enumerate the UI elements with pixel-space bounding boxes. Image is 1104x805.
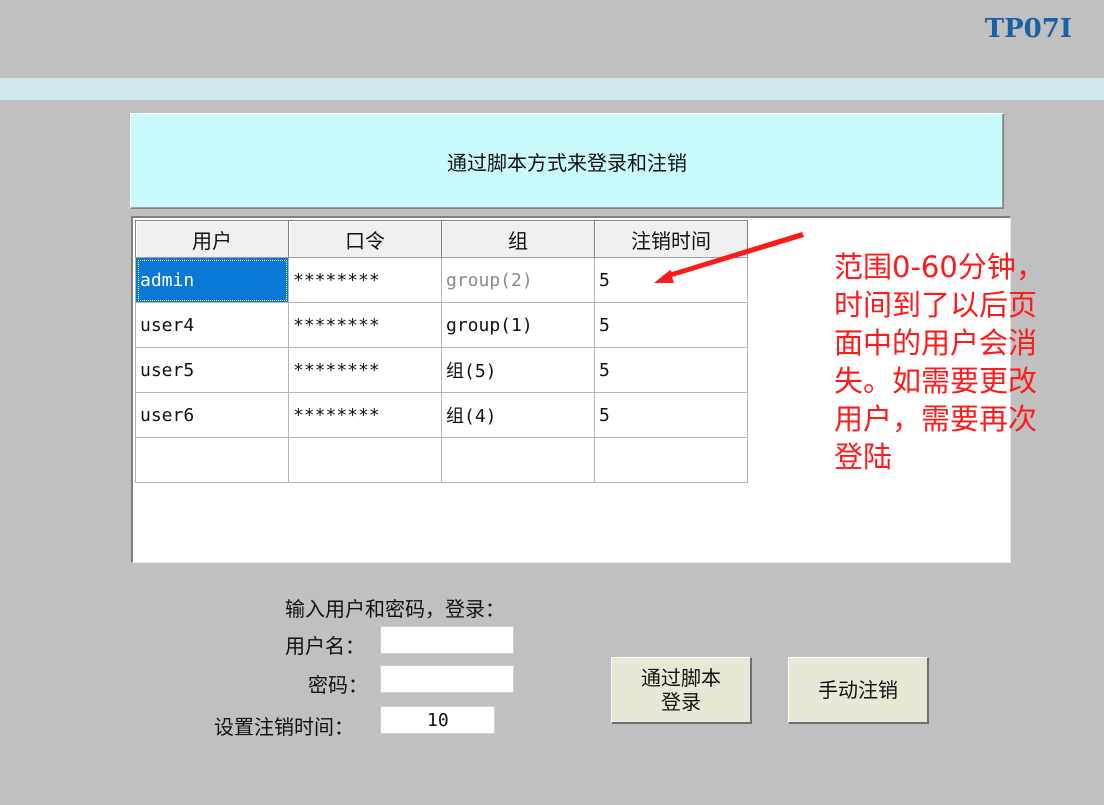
table-cell-logout-time[interactable] — [594, 437, 748, 483]
logout-time-input[interactable] — [380, 706, 495, 734]
column-header-password[interactable]: 口令 — [288, 220, 442, 258]
column-header-logout-time[interactable]: 注销时间 — [594, 220, 748, 258]
table-cell-password[interactable]: ******** — [288, 302, 442, 348]
table-cell-logout-time[interactable]: 5 — [594, 392, 748, 438]
annotation-line: 时间到了以后页 — [834, 288, 1038, 322]
username-label: 用户名： — [285, 634, 365, 658]
table-cell-group[interactable]: group(1) — [441, 302, 595, 348]
table-row[interactable]: user4 ******** group(1) 5 — [135, 302, 748, 348]
username-input[interactable] — [380, 626, 514, 654]
table-header-row: 用户 口令 组 注销时间 — [135, 220, 748, 258]
banner-title: 通过脚本方式来登录和注销 — [447, 150, 687, 175]
table-row[interactable]: user5 ******** 组(5) 5 — [135, 347, 748, 393]
table-cell-logout-time[interactable]: 5 — [594, 257, 748, 303]
table-cell-user[interactable]: user5 — [135, 347, 289, 393]
annotation-line: 失。如需要更改 — [834, 364, 1038, 398]
table-row-empty[interactable] — [135, 437, 748, 483]
table-row[interactable]: admin ******** group(2) 5 — [135, 257, 748, 303]
password-input[interactable] — [380, 665, 514, 693]
annotation-line: 范围0-60分钟， — [834, 250, 1045, 284]
table-cell-group[interactable]: 组(4) — [441, 392, 595, 438]
table-cell-user[interactable]: user4 — [135, 302, 289, 348]
table-cell-group[interactable]: 组(5) — [441, 347, 595, 393]
table-cell-user[interactable]: admin — [135, 257, 289, 303]
table-cell-logout-time[interactable]: 5 — [594, 347, 748, 393]
script-login-button[interactable]: 通过脚本 登录 — [611, 657, 752, 724]
user-table[interactable]: 用户 口令 组 注销时间 admin ******** group(2) 5 u… — [135, 220, 748, 483]
page-banner: 通过脚本方式来登录和注销 — [130, 113, 1004, 209]
manual-logout-button-label: 手动注销 — [818, 678, 898, 702]
table-cell-user[interactable]: user6 — [135, 392, 289, 438]
table-cell-password[interactable] — [288, 437, 442, 483]
login-prompt: 输入用户和密码，登录： — [285, 597, 505, 621]
table-cell-group[interactable] — [441, 437, 595, 483]
table-cell-logout-time[interactable]: 5 — [594, 302, 748, 348]
top-bar: TP07I — [0, 0, 1104, 78]
manual-logout-button[interactable]: 手动注销 — [788, 657, 929, 724]
annotation-callout: 范围0-60分钟， 时间到了以后页 面中的用户会消 失。如需要更改 用户，需要再… — [834, 248, 1096, 476]
table-cell-password[interactable]: ******** — [288, 392, 442, 438]
password-label: 密码： — [308, 673, 368, 697]
annotation-line: 登陆 — [834, 440, 893, 474]
logout-time-label: 设置注销时间： — [214, 715, 354, 739]
column-header-user[interactable]: 用户 — [135, 220, 289, 258]
column-header-group[interactable]: 组 — [441, 220, 595, 258]
script-login-button-label: 登录 — [661, 690, 701, 714]
table-cell-user[interactable] — [135, 437, 289, 483]
table-row[interactable]: user6 ******** 组(4) 5 — [135, 392, 748, 438]
annotation-line: 面中的用户会消 — [834, 326, 1038, 360]
table-cell-password[interactable]: ******** — [288, 257, 442, 303]
table-cell-group[interactable]: group(2) — [441, 257, 595, 303]
header-strip — [0, 78, 1104, 100]
script-login-button-label: 通过脚本 — [641, 666, 721, 690]
annotation-line: 用户，需要再次 — [834, 402, 1038, 436]
table-cell-password[interactable]: ******** — [288, 347, 442, 393]
device-id-label: TP07I — [984, 14, 1072, 44]
